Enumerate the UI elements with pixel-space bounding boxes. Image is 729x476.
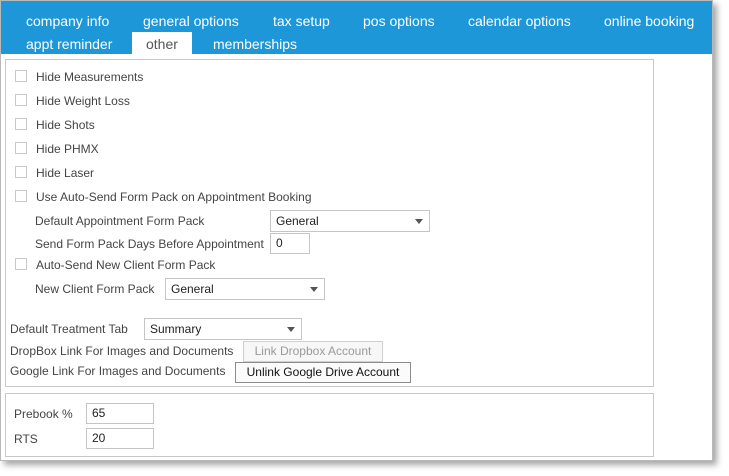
auto-send-form-pack-label: Use Auto-Send Form Pack on Appointment B… xyxy=(36,189,312,204)
tab-memberships[interactable]: memberships xyxy=(213,33,297,55)
hide-shots-row[interactable]: Hide Shots xyxy=(15,117,95,132)
hide-measurements-checkbox[interactable] xyxy=(15,69,27,82)
hide-phmx-checkbox[interactable] xyxy=(15,141,27,154)
send-days-label: Send Form Pack Days Before Appointment xyxy=(35,237,264,251)
hide-measurements-row[interactable]: Hide Measurements xyxy=(15,69,143,84)
hide-weight-loss-checkbox[interactable] xyxy=(15,93,27,106)
tab-online-booking[interactable]: online booking xyxy=(604,10,694,32)
prebook-panel: Prebook % 65 RTS 20 xyxy=(5,393,654,457)
default-appt-form-pack-value: General xyxy=(276,214,319,228)
google-label: Google Link For Images and Documents xyxy=(10,364,226,378)
send-days-value: 0 xyxy=(276,236,283,250)
tab-appt-reminder[interactable]: appt reminder xyxy=(26,33,112,55)
settings-tab-bar: company info general options tax setup p… xyxy=(1,1,712,56)
tab-other[interactable]: other xyxy=(132,32,192,56)
tab-pos-options[interactable]: pos options xyxy=(363,10,435,32)
hide-laser-row[interactable]: Hide Laser xyxy=(15,165,94,180)
unlink-google-drive-button[interactable]: Unlink Google Drive Account xyxy=(235,362,411,383)
settings-window: company info general options tax setup p… xyxy=(0,0,713,461)
chevron-down-icon xyxy=(287,327,295,332)
auto-send-form-pack-row[interactable]: Use Auto-Send Form Pack on Appointment B… xyxy=(15,189,312,204)
new-client-form-pack-label: New Client Form Pack xyxy=(35,282,155,296)
link-dropbox-button[interactable]: Link Dropbox Account xyxy=(243,341,383,362)
prebook-input[interactable]: 65 xyxy=(86,403,154,424)
auto-send-new-client-row[interactable]: Auto-Send New Client Form Pack xyxy=(15,257,215,272)
default-appt-form-pack-label: Default Appointment Form Pack xyxy=(35,214,205,228)
other-options-panel: Hide Measurements Hide Weight Loss Hide … xyxy=(5,59,654,387)
tab-general-options[interactable]: general options xyxy=(143,10,239,32)
auto-send-new-client-label: Auto-Send New Client Form Pack xyxy=(36,257,216,272)
auto-send-form-pack-checkbox[interactable] xyxy=(15,189,27,202)
auto-send-new-client-checkbox[interactable] xyxy=(15,257,27,270)
hide-shots-checkbox[interactable] xyxy=(15,117,27,130)
hide-shots-label: Hide Shots xyxy=(36,117,95,132)
default-treatment-tab-select[interactable]: Summary xyxy=(144,318,302,340)
default-treatment-tab-label: Default Treatment Tab xyxy=(10,322,128,336)
prebook-value: 65 xyxy=(92,406,106,420)
hide-measurements-label: Hide Measurements xyxy=(36,69,144,84)
hide-laser-label: Hide Laser xyxy=(36,165,95,180)
hide-laser-checkbox[interactable] xyxy=(15,165,27,178)
chevron-down-icon xyxy=(415,219,423,224)
rts-value: 20 xyxy=(92,431,106,445)
hide-phmx-label: Hide PHMX xyxy=(36,141,99,156)
hide-weight-loss-row[interactable]: Hide Weight Loss xyxy=(15,93,130,108)
dropbox-label: DropBox Link For Images and Documents xyxy=(10,344,234,358)
new-client-form-pack-value: General xyxy=(171,282,214,296)
rts-input[interactable]: 20 xyxy=(86,428,154,449)
tab-tax-setup[interactable]: tax setup xyxy=(273,10,330,32)
hide-weight-loss-label: Hide Weight Loss xyxy=(36,93,130,108)
hide-phmx-row[interactable]: Hide PHMX xyxy=(15,141,99,156)
chevron-down-icon xyxy=(310,287,318,292)
default-treatment-tab-value: Summary xyxy=(150,322,202,336)
prebook-label: Prebook % xyxy=(14,407,73,421)
send-days-input[interactable]: 0 xyxy=(270,233,310,254)
tab-company-info[interactable]: company info xyxy=(26,10,109,32)
rts-label: RTS xyxy=(14,432,38,446)
tab-calendar-options[interactable]: calendar options xyxy=(468,10,571,32)
new-client-form-pack-select[interactable]: General xyxy=(165,278,325,300)
default-appt-form-pack-select[interactable]: General xyxy=(270,210,430,232)
